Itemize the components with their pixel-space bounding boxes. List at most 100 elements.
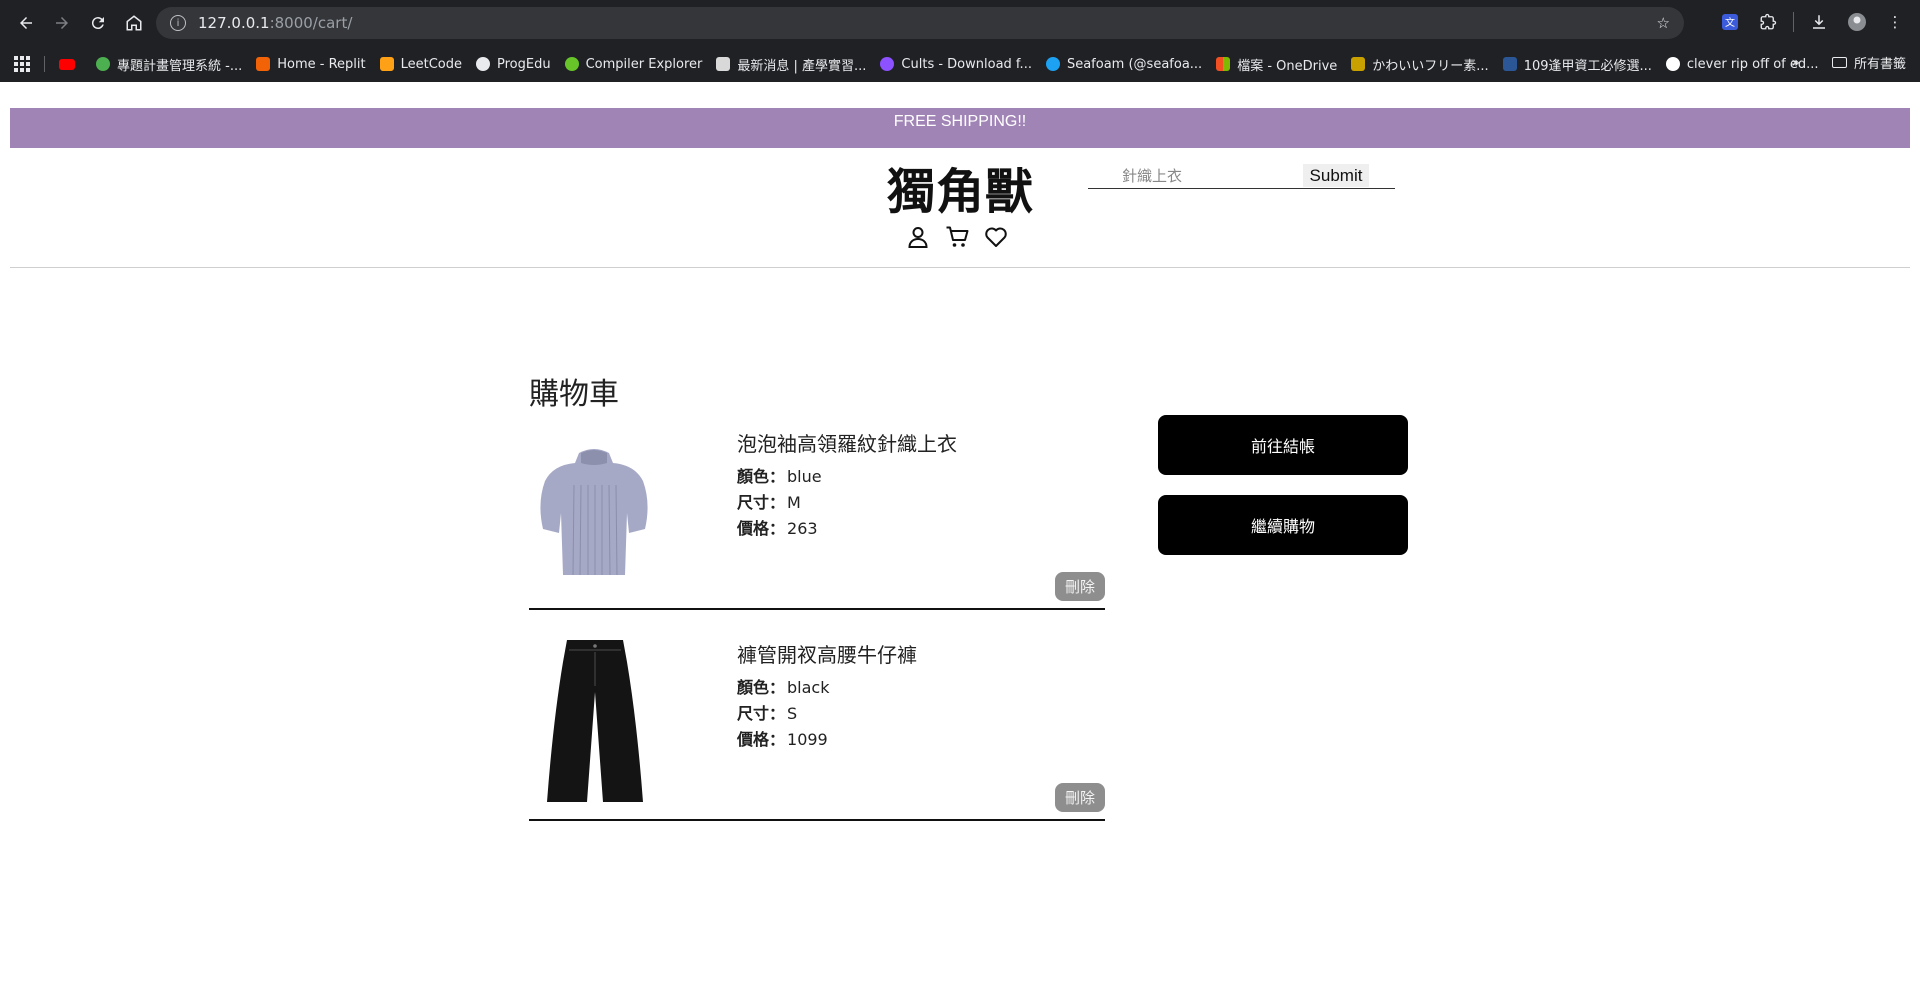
toolbar-divider bbox=[1793, 12, 1794, 32]
product-color: blue bbox=[787, 467, 822, 486]
onedrive-icon bbox=[1216, 57, 1231, 71]
seafoam-icon bbox=[1045, 57, 1060, 71]
color-label: 顏色： bbox=[737, 467, 786, 486]
size-label: 尺寸： bbox=[737, 704, 786, 723]
product-image-jeans[interactable] bbox=[529, 636, 659, 806]
product-name[interactable]: 泡泡袖高領羅紋針織上衣 bbox=[737, 428, 957, 457]
bookmarks-divider bbox=[44, 56, 45, 72]
compiler-explorer-icon bbox=[564, 57, 579, 71]
heart-icon[interactable] bbox=[983, 224, 1008, 249]
google-icon bbox=[1665, 57, 1680, 71]
cart-icon[interactable] bbox=[944, 224, 969, 249]
continue-shopping-button[interactable]: 繼續購物 bbox=[1158, 495, 1408, 555]
bookmark-label: Home - Replit bbox=[277, 56, 366, 72]
bookmark-item[interactable]: 檔案 - OneDrive bbox=[1216, 55, 1337, 74]
bookmark-label: ProgEdu bbox=[497, 56, 551, 72]
bookmark-star-icon[interactable]: ☆ bbox=[1657, 14, 1670, 32]
delete-button[interactable]: 刪除 bbox=[1055, 783, 1105, 812]
replit-icon bbox=[256, 57, 271, 71]
bookmark-label: 專題計畫管理系統 -... bbox=[117, 58, 243, 74]
product-size-row: 尺寸： S bbox=[737, 704, 917, 723]
size-label: 尺寸： bbox=[737, 493, 786, 512]
cart-page: FREE SHIPPING!! 獨角獸 Submit 購物車 bbox=[0, 82, 1920, 1001]
all-bookmarks-label: 所有書籤 bbox=[1853, 57, 1906, 72]
product-size: M bbox=[787, 493, 801, 512]
url-host: 127.0.0.1 bbox=[198, 14, 270, 32]
cart-item: 褲管開衩高腰牛仔褲 顏色： black 尺寸： S 價格： 1099 刪除 bbox=[529, 631, 1105, 821]
apps-grid-icon[interactable] bbox=[14, 56, 30, 72]
bookmark-label: 109逢甲資工必修選... bbox=[1523, 58, 1652, 74]
bookmark-label: 最新消息 | 產學實習... bbox=[737, 58, 867, 74]
site-info-icon[interactable]: i bbox=[170, 15, 186, 31]
product-color: black bbox=[787, 678, 830, 697]
browser-menu-icon[interactable]: ⋮ bbox=[1878, 5, 1912, 39]
all-bookmarks-folder[interactable]: 所有書籤 bbox=[1831, 53, 1906, 72]
cart-item: 泡泡袖高領羅紋針織上衣 顏色： blue 尺寸： M 價格： 263 刪除 bbox=[529, 420, 1105, 610]
product-size-row: 尺寸： M bbox=[737, 493, 957, 512]
bookmark-item[interactable]: LeetCode bbox=[379, 57, 462, 72]
bookmark-label: Compiler Explorer bbox=[585, 56, 703, 72]
bookmark-label: Seafoam (@seafoa... bbox=[1066, 56, 1203, 72]
bookmark-item[interactable]: かわいいフリー素... bbox=[1351, 55, 1489, 74]
bookmark-youtube[interactable] bbox=[59, 58, 82, 70]
bookmark-favicon bbox=[1351, 57, 1366, 71]
bookmark-item[interactable]: 最新消息 | 產學實習... bbox=[716, 55, 866, 74]
cults-icon bbox=[880, 57, 895, 71]
site-logo[interactable]: 獨角獸 bbox=[887, 152, 1034, 222]
bookmark-label: Cults - Download f... bbox=[901, 56, 1032, 72]
bookmark-item[interactable]: Cults - Download f... bbox=[880, 57, 1032, 72]
product-name[interactable]: 褲管開衩高腰牛仔褲 bbox=[737, 639, 917, 668]
reload-icon[interactable] bbox=[80, 5, 116, 41]
bookmark-item[interactable]: ProgEdu bbox=[476, 57, 551, 72]
svg-text:文: 文 bbox=[1725, 16, 1735, 29]
download-icon[interactable] bbox=[1802, 5, 1836, 39]
profile-avatar-icon[interactable] bbox=[1840, 5, 1874, 39]
youtube-icon bbox=[59, 58, 75, 70]
free-shipping-banner: FREE SHIPPING!! bbox=[10, 108, 1910, 148]
product-price: 1099 bbox=[787, 730, 828, 749]
checkout-button[interactable]: 前往結帳 bbox=[1158, 415, 1408, 475]
folder-icon bbox=[1831, 57, 1847, 68]
header-divider bbox=[10, 267, 1910, 268]
more-bookmarks-icon[interactable]: » bbox=[1791, 55, 1800, 71]
translate-icon[interactable]: 文 bbox=[1713, 5, 1747, 39]
product-price: 263 bbox=[787, 519, 818, 538]
product-price-row: 價格： 1099 bbox=[737, 730, 917, 749]
cart-title: 購物車 bbox=[529, 377, 619, 412]
bookmark-favicon bbox=[716, 57, 731, 71]
color-label: 顏色： bbox=[737, 678, 786, 697]
bookmark-item[interactable]: 109逢甲資工必修選... bbox=[1502, 55, 1652, 74]
product-price-row: 價格： 263 bbox=[737, 519, 957, 538]
forward-icon[interactable] bbox=[44, 5, 80, 41]
leetcode-icon bbox=[379, 57, 394, 71]
price-label: 價格： bbox=[737, 730, 786, 749]
address-bar[interactable]: i 127.0.0.1 :8000/cart/ ☆ bbox=[156, 7, 1684, 39]
bookmark-favicon bbox=[1502, 57, 1517, 71]
bookmark-favicon bbox=[96, 57, 110, 71]
search-form: Submit bbox=[1088, 164, 1395, 189]
browser-chrome: i 127.0.0.1 :8000/cart/ ☆ 文 ⋮ 專題計畫管理系統 -… bbox=[0, 0, 1920, 82]
bookmark-label: かわいいフリー素... bbox=[1372, 58, 1489, 74]
bookmarks-bar: 專題計畫管理系統 -... Home - Replit LeetCode Pro… bbox=[0, 46, 1920, 82]
extensions-icon[interactable] bbox=[1751, 5, 1785, 39]
bookmark-item[interactable]: Seafoam (@seafoa... bbox=[1045, 56, 1203, 72]
bookmark-item[interactable]: Compiler Explorer bbox=[564, 56, 703, 72]
product-image-knit-top[interactable] bbox=[529, 425, 659, 595]
browser-extensions: 文 ⋮ bbox=[1713, 5, 1912, 39]
bookmark-item[interactable]: Home - Replit bbox=[256, 56, 366, 72]
price-label: 價格： bbox=[737, 519, 786, 538]
search-submit-button[interactable]: Submit bbox=[1303, 164, 1369, 187]
header-icons bbox=[905, 224, 1008, 249]
bookmark-item[interactable]: 專題計畫管理系統 -... bbox=[96, 55, 242, 74]
delete-button[interactable]: 刪除 bbox=[1055, 572, 1105, 601]
product-size: S bbox=[787, 704, 798, 723]
product-color-row: 顏色： black bbox=[737, 678, 917, 697]
home-icon[interactable] bbox=[116, 5, 152, 41]
product-info: 泡泡袖高領羅紋針織上衣 顏色： blue 尺寸： M 價格： 263 bbox=[737, 428, 957, 545]
back-icon[interactable] bbox=[8, 5, 44, 41]
product-info: 褲管開衩高腰牛仔褲 顏色： black 尺寸： S 價格： 1099 bbox=[737, 639, 917, 756]
product-color-row: 顏色： blue bbox=[737, 467, 957, 486]
search-input[interactable] bbox=[1088, 164, 1298, 188]
url-path: :8000/cart/ bbox=[269, 14, 353, 32]
user-icon[interactable] bbox=[905, 224, 930, 249]
